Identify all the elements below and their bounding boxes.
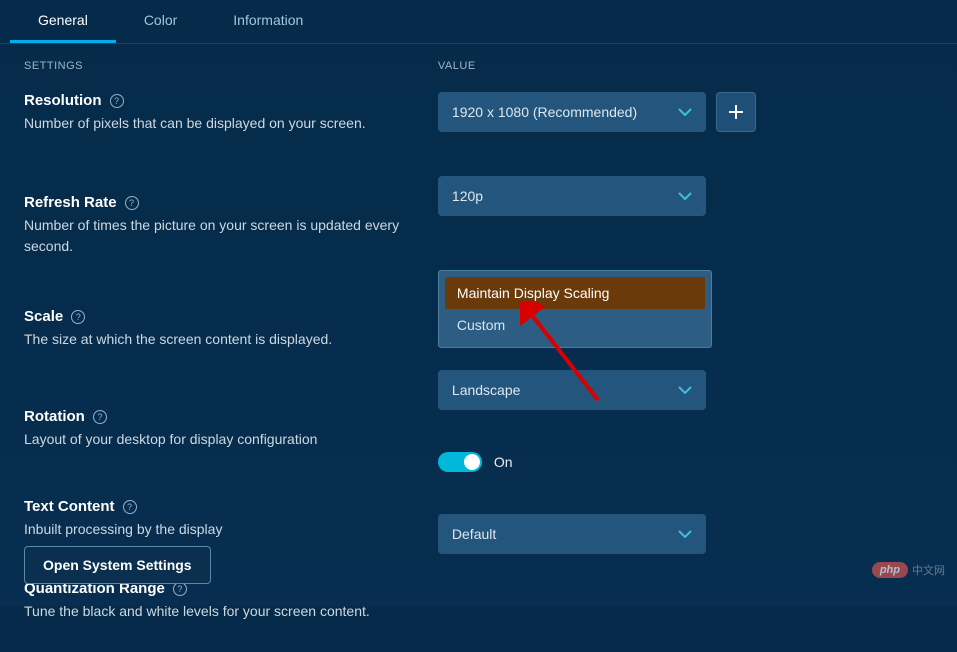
- setting-refresh-rate: Refresh Rate ? Number of times the pictu…: [24, 194, 438, 278]
- chevron-down-icon: [678, 527, 692, 541]
- refresh-value: 120p: [452, 188, 483, 204]
- setting-scale: Scale ? The size at which the screen con…: [24, 308, 438, 378]
- chevron-down-icon: [678, 105, 692, 119]
- rotation-value-row: Landscape: [438, 370, 933, 410]
- resolution-select[interactable]: 1920 x 1080 (Recommended): [438, 92, 706, 132]
- resolution-desc: Number of pixels that can be displayed o…: [24, 113, 438, 134]
- refresh-desc: Number of times the picture on your scre…: [24, 215, 438, 257]
- quant-value: Default: [452, 526, 496, 542]
- help-icon[interactable]: ?: [71, 310, 85, 324]
- rotation-title: Rotation: [24, 408, 85, 425]
- toggle-knob: [464, 454, 480, 470]
- rotation-select[interactable]: Landscape: [438, 370, 706, 410]
- quant-value-row: Default: [438, 514, 933, 554]
- tab-color[interactable]: Color: [116, 0, 205, 43]
- scale-title: Scale: [24, 308, 63, 325]
- tab-general[interactable]: General: [10, 0, 116, 43]
- value-column: VALUE 1920 x 1080 (Recommended) 120p: [438, 60, 933, 652]
- help-icon[interactable]: ?: [125, 196, 139, 210]
- help-icon[interactable]: ?: [110, 94, 124, 108]
- refresh-value-row: 120p: [438, 176, 933, 216]
- value-header: VALUE: [438, 60, 933, 72]
- rotation-value: Landscape: [452, 382, 521, 398]
- setting-text-content: Text Content ? Inbuilt processing by the…: [24, 498, 438, 550]
- text-content-desc: Inbuilt processing by the display: [24, 519, 438, 540]
- setting-resolution: Resolution ? Number of pixels that can b…: [24, 92, 438, 164]
- text-content-title: Text Content: [24, 498, 115, 515]
- scale-dropdown[interactable]: Maintain Display Scaling Custom: [438, 270, 712, 348]
- scale-option-custom[interactable]: Custom: [445, 309, 705, 341]
- resolution-value-row: 1920 x 1080 (Recommended): [438, 92, 933, 132]
- settings-header: SETTINGS: [24, 60, 438, 72]
- scale-value-row: Maintain Display Scaling Custom: [438, 270, 933, 360]
- setting-quantization-range: Quantization Range ? Tune the black and …: [24, 580, 438, 622]
- add-resolution-button[interactable]: [716, 92, 756, 132]
- setting-rotation: Rotation ? Layout of your desktop for di…: [24, 408, 438, 468]
- quantization-select[interactable]: Default: [438, 514, 706, 554]
- scale-option-maintain[interactable]: Maintain Display Scaling: [445, 277, 705, 309]
- tabs-bar: General Color Information: [0, 0, 957, 44]
- help-icon[interactable]: ?: [93, 410, 107, 424]
- tab-information[interactable]: Information: [205, 0, 331, 43]
- chevron-down-icon: [678, 189, 692, 203]
- rotation-desc: Layout of your desktop for display confi…: [24, 429, 438, 450]
- toggle-state-label: On: [494, 454, 513, 470]
- quant-desc: Tune the black and white levels for your…: [24, 601, 438, 622]
- text-content-toggle[interactable]: [438, 452, 482, 472]
- help-icon[interactable]: ?: [123, 500, 137, 514]
- refresh-title: Refresh Rate: [24, 194, 117, 211]
- watermark: php 中文网: [872, 562, 945, 578]
- watermark-badge: php: [872, 562, 908, 578]
- open-system-settings-button[interactable]: Open System Settings: [24, 546, 211, 584]
- resolution-value: 1920 x 1080 (Recommended): [452, 104, 637, 120]
- footer-area: Open System Settings: [24, 546, 211, 584]
- text-content-value-row: On: [438, 452, 933, 476]
- refresh-rate-select[interactable]: 120p: [438, 176, 706, 216]
- resolution-title: Resolution: [24, 92, 102, 109]
- scale-desc: The size at which the screen content is …: [24, 329, 438, 350]
- watermark-text: 中文网: [912, 562, 945, 578]
- chevron-down-icon: [678, 383, 692, 397]
